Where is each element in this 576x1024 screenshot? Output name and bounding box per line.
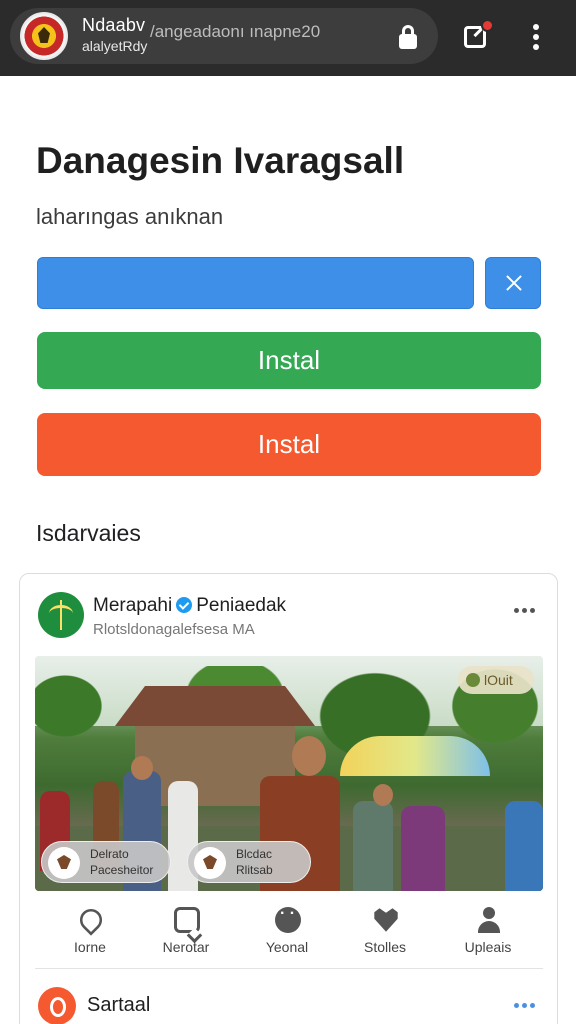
site-subtitle: alalyetRdy <box>82 38 148 54</box>
user-icon <box>476 907 502 933</box>
page-subtitle: laharıngas anıknan <box>36 204 224 229</box>
dots-icon <box>275 905 301 933</box>
post-author[interactable]: Merapahi Peniaedak <box>93 595 286 617</box>
chat-icon <box>174 907 200 933</box>
browser-toolbar: Ndaabv alalyetRdy /angeadaonı ınapne20 <box>0 0 576 76</box>
photo-chip[interactable]: Blcdac Rlitsab <box>187 841 311 883</box>
umbrella-illustration <box>340 736 490 776</box>
search-input[interactable] <box>37 257 474 309</box>
site-title: Ndaabv <box>82 15 146 35</box>
notification-dot <box>481 19 494 32</box>
second-author-avatar[interactable] <box>38 987 76 1024</box>
photo-tag[interactable]: lOuit <box>458 666 534 694</box>
bird-icon <box>48 847 80 879</box>
action-like[interactable]: Stolles <box>345 905 425 960</box>
page-title: Danagesin Ivaragsall <box>36 140 405 181</box>
post-more-icon[interactable] <box>512 603 538 617</box>
post-author-subtitle: Rlotsldonagalefsesa MA <box>93 621 255 638</box>
home-icon <box>75 904 107 936</box>
verified-badge-icon <box>176 597 193 613</box>
second-post-author[interactable]: Sartaal <box>87 994 150 1017</box>
author-name: Merapahi <box>93 595 173 616</box>
author-suffix: Peniaedak <box>196 595 287 616</box>
action-chat[interactable]: Nerotar <box>146 905 226 960</box>
heart-icon <box>374 908 398 932</box>
tabs-icon[interactable] <box>462 19 494 52</box>
card-divider <box>35 968 543 969</box>
action-profile[interactable]: Upleais <box>448 905 528 960</box>
post-photo[interactable]: lOuit Delrato Pacesheitor Blcdac Rlitsab <box>35 656 543 891</box>
bird-icon <box>194 847 226 879</box>
action-home[interactable]: Iorne <box>50 904 130 960</box>
action-dots[interactable]: Yeonal <box>247 905 327 960</box>
photo-chip[interactable]: Delrato Pacesheitor <box>41 841 171 883</box>
close-icon[interactable] <box>485 257 541 309</box>
address-url[interactable]: /angeadaonı ınapne20 <box>150 22 320 42</box>
overflow-menu-icon[interactable] <box>526 22 546 52</box>
section-heading: Isdarvaies <box>36 520 141 546</box>
second-post-more-icon[interactable] <box>512 998 538 1012</box>
author-avatar[interactable] <box>38 592 84 638</box>
site-logo-icon <box>20 12 68 60</box>
install-button-green[interactable]: Instal <box>37 332 541 389</box>
install-button-orange[interactable]: Instal <box>37 413 541 476</box>
lock-icon[interactable] <box>393 22 423 52</box>
